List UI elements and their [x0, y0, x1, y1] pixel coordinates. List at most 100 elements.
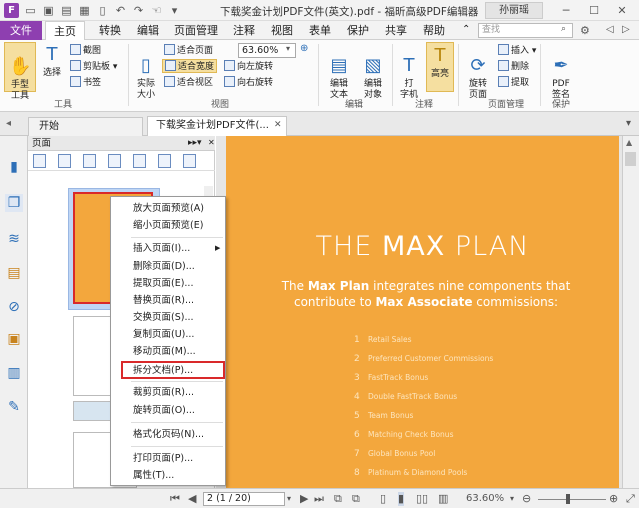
last-page-icon[interactable]: ⏭ [314, 492, 324, 506]
zoom-out-icon[interactable]: ⊖ [522, 492, 531, 506]
close-tab-icon[interactable]: ✕ [274, 120, 282, 130]
menu-item-extract-page[interactable]: 提取页面(E)... [111, 275, 225, 292]
panel-options-icon[interactable]: ▸▸▾ [188, 138, 202, 148]
previous-icon[interactable]: ◁ [606, 24, 614, 35]
tab-file[interactable]: 文件 [0, 21, 42, 40]
comments-icon[interactable]: ▤ [5, 264, 23, 282]
extract-page-icon[interactable] [133, 154, 146, 168]
menu-item-crop-page[interactable]: 裁剪页面(R)... [111, 384, 225, 401]
tab-list-icon[interactable]: ▾ [626, 118, 631, 129]
panel-close-icon[interactable]: ✕ [208, 138, 215, 147]
menu-item-insert-page[interactable]: 插入页面(I)... [111, 240, 225, 257]
tab-view[interactable]: 视图 [264, 21, 300, 40]
minimize-icon[interactable]: ─ [554, 2, 578, 19]
snapshot-button[interactable]: 截图 [70, 44, 101, 58]
insert-page-icon[interactable] [83, 154, 96, 168]
highlight-button[interactable]: T 高亮 [426, 42, 454, 92]
previous-view-icon[interactable]: ⧉ [334, 492, 342, 506]
bookmark-button[interactable]: 书签 [70, 76, 101, 90]
typewriter-button[interactable]: T打 字机 [396, 42, 422, 100]
actual-size-button[interactable]: ▯ 实际 大小 [132, 42, 160, 100]
zoom-in-page-icon[interactable] [33, 154, 46, 168]
tab-protect[interactable]: 保护 [340, 21, 376, 40]
fit-width-button[interactable]: 适合宽度 [162, 59, 218, 73]
menu-item-zoom-out-preview[interactable]: 缩小页面预览(E) [111, 217, 225, 234]
menu-item-format-page-numbers[interactable]: 格式化页码(N)... [111, 426, 225, 443]
menu-item-swap-page[interactable]: 交换页面(S)... [111, 309, 225, 326]
tab-current-document[interactable]: 下载奖金计划PDF文件(... [147, 116, 287, 136]
menu-item-move-page[interactable]: 移动页面(M)... [111, 343, 225, 360]
page-nav-icon[interactable]: ▮ [5, 158, 23, 176]
maximize-icon[interactable]: ☐ [582, 2, 606, 19]
fit-page-button[interactable]: 适合页面 [164, 44, 213, 58]
content-icon[interactable]: ▥ [5, 364, 23, 382]
zoom-slider-thumb[interactable] [566, 494, 570, 504]
user-button[interactable]: 孙丽瑶 [485, 2, 543, 19]
insert-button[interactable]: 插入 ▾ [498, 44, 536, 58]
pages-panel-icon[interactable]: ❐ [5, 194, 23, 212]
delete-button[interactable]: 删除 [498, 60, 529, 74]
menu-item-print-page[interactable]: 打印页面(P)... [111, 450, 225, 467]
menu-item-rotate-page[interactable]: 旋转页面(O)... [111, 402, 225, 419]
properties-page-icon[interactable] [183, 154, 196, 168]
zoom-in-icon[interactable]: ⊕ [300, 43, 308, 54]
undo-icon[interactable]: ↶ [114, 4, 127, 17]
facing-page-icon[interactable]: ▯▯ [416, 492, 428, 506]
signature-icon[interactable]: ✎ [5, 398, 23, 416]
tab-start[interactable]: 开始 [28, 117, 143, 136]
edit-object-button[interactable]: ▧ 编辑 对象 [356, 42, 390, 100]
next-view-icon[interactable]: ⧉ [352, 492, 360, 506]
customize-icon[interactable]: ▾ [168, 4, 181, 17]
tab-comment[interactable]: 注释 [226, 21, 262, 40]
tab-home[interactable]: 主页 [45, 21, 85, 41]
document-icon[interactable]: ▯ [96, 4, 109, 17]
select-button[interactable]: T 选择 [38, 42, 66, 92]
layout-icon[interactable]: ▦ [78, 4, 91, 17]
zoom-slider-track[interactable] [538, 499, 606, 500]
collapse-ribbon-icon[interactable]: ⌃ [462, 24, 470, 35]
tab-share[interactable]: 共享 [378, 21, 414, 40]
search-input[interactable]: 查找 [478, 23, 573, 38]
zoom-dropdown-icon[interactable]: ▾ [510, 492, 514, 506]
next-icon[interactable]: ▷ [622, 24, 630, 35]
tab-help[interactable]: 帮助 [416, 21, 452, 40]
rotate-left-button[interactable]: 向左旋转 [224, 60, 273, 74]
next-page-icon[interactable]: ▶ [300, 492, 308, 506]
rotate-page-icon[interactable] [158, 154, 171, 168]
search-icon[interactable]: ⌕ [561, 24, 566, 34]
continuous-page-icon[interactable]: ▮ [398, 492, 405, 506]
settings-icon[interactable]: ⚙ [580, 24, 590, 37]
tab-form[interactable]: 表单 [302, 21, 338, 40]
single-page-icon[interactable]: ▯ [380, 492, 386, 506]
document-scrollbar[interactable]: ▲ [622, 136, 639, 488]
tab-edit[interactable]: 编辑 [130, 21, 166, 40]
close-icon[interactable]: ✕ [610, 2, 634, 19]
fullscreen-icon[interactable]: ⤢ [626, 492, 635, 506]
page-number-input[interactable]: 2 (1 / 20) [203, 492, 285, 506]
scroll-up-icon[interactable]: ▲ [626, 138, 632, 147]
fit-visible-button[interactable]: 适合视区 [164, 76, 213, 90]
pdf-sign-button[interactable]: ✒ PDF 签名 [544, 42, 578, 100]
security-lock-icon[interactable]: ▣ [5, 330, 23, 348]
edit-text-button[interactable]: ▤ 编辑 文本 [322, 42, 356, 100]
panel-toggle-icon[interactable]: ◂ [6, 118, 11, 129]
continuous-facing-icon[interactable]: ▥ [438, 492, 448, 506]
first-page-icon[interactable]: ⏮ [170, 492, 180, 506]
tab-page-manage[interactable]: 页面管理 [168, 21, 224, 40]
zoom-in-icon[interactable]: ⊕ [609, 492, 618, 506]
menu-item-replace-page[interactable]: 替换页面(R)... [111, 292, 225, 309]
menu-item-properties[interactable]: 属性(T)... [111, 467, 225, 484]
save-icon[interactable]: ▣ [42, 4, 55, 17]
scroll-thumb[interactable] [625, 152, 636, 166]
hand-icon[interactable]: ☜ [150, 4, 163, 17]
clipboard-button[interactable]: 剪贴板 ▾ [70, 60, 117, 74]
zoom-out-page-icon[interactable] [58, 154, 71, 168]
hand-tool-button[interactable]: ✋ 手型 工具 [4, 42, 36, 101]
redo-icon[interactable]: ↷ [132, 4, 145, 17]
rotate-page-button[interactable]: ⟳ 旋转 页面 [462, 42, 494, 100]
attachment-icon[interactable]: ⊘ [5, 298, 23, 316]
previous-page-icon[interactable]: ◀ [188, 492, 196, 506]
open-icon[interactable]: ▭ [24, 4, 37, 17]
menu-item-delete-page[interactable]: 删除页面(D)... [111, 258, 225, 275]
print-icon[interactable]: ▤ [60, 4, 73, 17]
